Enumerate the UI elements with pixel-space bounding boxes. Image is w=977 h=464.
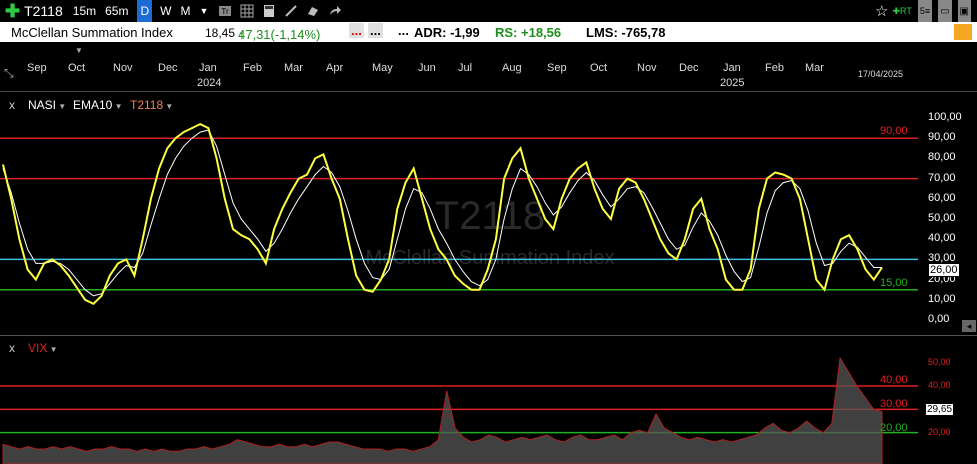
vix-area bbox=[2, 356, 883, 464]
toolbar: ✚ T2118 15m 65m D W M ▼ Tr ☆ ✚ RT 5≡ ▭ ▣ bbox=[0, 0, 977, 22]
timeframe-w[interactable]: W bbox=[160, 0, 171, 22]
lms-value: LMS: -765,78 bbox=[586, 25, 666, 40]
month-label: May bbox=[372, 62, 393, 74]
axis-tick-label: 50,00 bbox=[928, 212, 956, 224]
alert-button[interactable] bbox=[954, 24, 972, 40]
month-label: Feb bbox=[243, 62, 262, 74]
info-bar: McClellan Summation Index 18,45 ↑ 47,31(-… bbox=[0, 22, 977, 42]
month-label: Mar bbox=[284, 62, 303, 74]
axis-tick-label: 90,00 bbox=[928, 131, 956, 144]
collapse-pane-icon[interactable]: ◂ bbox=[962, 320, 976, 332]
zoom-icon[interactable]: ⤡ bbox=[4, 66, 14, 81]
current-value-tag: 26,00 bbox=[928, 263, 960, 277]
watermark-symbol: T2118 bbox=[435, 194, 545, 238]
month-label: Jun bbox=[418, 62, 436, 74]
calculator-icon[interactable] bbox=[262, 4, 276, 18]
month-label: Feb bbox=[765, 62, 784, 74]
rs-value: RS: +18,56 bbox=[495, 25, 562, 40]
axis-tick-label: 80,00 bbox=[928, 151, 956, 164]
timeframe-dropdown-icon[interactable]: ▼ bbox=[199, 0, 208, 22]
month-label: Jan bbox=[199, 62, 217, 74]
drawing-tools-icon[interactable] bbox=[306, 4, 320, 18]
month-label: Sep bbox=[27, 62, 47, 74]
month-label: Apr bbox=[326, 62, 344, 74]
vix-red-top-label: 40,00 bbox=[880, 374, 908, 386]
timeframe-65m[interactable]: 65m bbox=[105, 0, 128, 22]
grid-icon[interactable] bbox=[240, 4, 254, 18]
last-date-label: 17/04/2025 bbox=[858, 69, 904, 79]
vix-green-label: 20,00 bbox=[880, 422, 908, 434]
year-label-2024: 2024 bbox=[197, 77, 222, 89]
month-label: Mar bbox=[805, 62, 824, 74]
vix-current-text: 29,65 bbox=[927, 404, 953, 415]
rt-label: RT bbox=[899, 6, 912, 16]
dots-label: ... bbox=[398, 23, 409, 38]
month-label: Oct bbox=[590, 62, 608, 74]
year-label-2025: 2025 bbox=[720, 77, 745, 89]
vix-red-mid-label: 30,00 bbox=[880, 398, 908, 410]
realtime-icon[interactable]: ✚ RT bbox=[892, 0, 911, 22]
axis-tick-label: 40,00 bbox=[928, 380, 951, 390]
change-text: 47,31(-1,14%) bbox=[238, 27, 321, 42]
current-value-text: 26,00 bbox=[930, 264, 958, 276]
layout-icon[interactable]: ▭ bbox=[938, 0, 952, 22]
dots-button-2[interactable]: ... bbox=[368, 23, 383, 38]
month-label: Aug bbox=[502, 62, 522, 74]
vix-chart[interactable]: 40,00 30,00 20,00 bbox=[0, 336, 920, 464]
adr-value: ADR: -1,99 bbox=[414, 25, 480, 40]
red-line-label: 90,00 bbox=[880, 125, 908, 137]
timeframe-15m[interactable]: 15m bbox=[73, 0, 96, 22]
axis-tick-label: 40,00 bbox=[928, 232, 956, 245]
axis-tick-label: 20,00 bbox=[928, 426, 951, 437]
time-marker-icon: ▼ bbox=[75, 46, 83, 55]
svg-text:Tr: Tr bbox=[222, 7, 230, 16]
month-label: Oct bbox=[68, 62, 86, 74]
axis-tick-label: 70,00 bbox=[928, 171, 956, 184]
chart-style-icon[interactable]: Tr bbox=[218, 4, 232, 18]
axis-tick-label: 50,00 bbox=[928, 356, 951, 367]
vix-current-tag: 29,65 bbox=[926, 404, 954, 415]
axis-tick-label: 0,00 bbox=[928, 313, 950, 325]
month-label: Nov bbox=[113, 62, 133, 74]
last-value: 18,45 bbox=[205, 26, 236, 40]
share-icon[interactable] bbox=[328, 4, 342, 18]
axis-tick-label: 100,00 bbox=[928, 111, 962, 123]
window-icon[interactable]: ▣ bbox=[957, 0, 971, 22]
time-axis: ⤡ ▼ Sep Oct Nov Dec Jan Feb Mar Apr May Jun Jul Aug… bbox=[0, 42, 977, 92]
pencil-icon[interactable] bbox=[284, 4, 298, 18]
symbol-field[interactable]: T2118 bbox=[24, 0, 63, 22]
axis-tick-label: 60,00 bbox=[928, 191, 956, 204]
axis-tick-label: 10,00 bbox=[928, 292, 956, 305]
month-label: Jan bbox=[723, 62, 741, 74]
dots-button-1[interactable]: ... bbox=[349, 23, 364, 38]
nasi-chart[interactable]: T2118 McClellan Summation Index 90,00 15… bbox=[0, 92, 920, 335]
month-label: Nov bbox=[637, 62, 657, 74]
index-title: McClellan Summation Index bbox=[11, 25, 173, 40]
add-symbol-icon[interactable]: ✚ bbox=[5, 0, 20, 22]
timeframe-d[interactable]: D bbox=[137, 0, 153, 22]
star-icon[interactable]: ☆ bbox=[875, 0, 888, 22]
month-label: Sep bbox=[547, 62, 567, 74]
green-line-label: 15,00 bbox=[880, 277, 908, 289]
month-label: Dec bbox=[158, 62, 178, 74]
month-label: Dec bbox=[679, 62, 699, 74]
settings-icon[interactable]: 5≡ bbox=[917, 0, 933, 22]
timeframe-m[interactable]: M bbox=[180, 0, 190, 22]
month-label: Jul bbox=[458, 62, 473, 74]
